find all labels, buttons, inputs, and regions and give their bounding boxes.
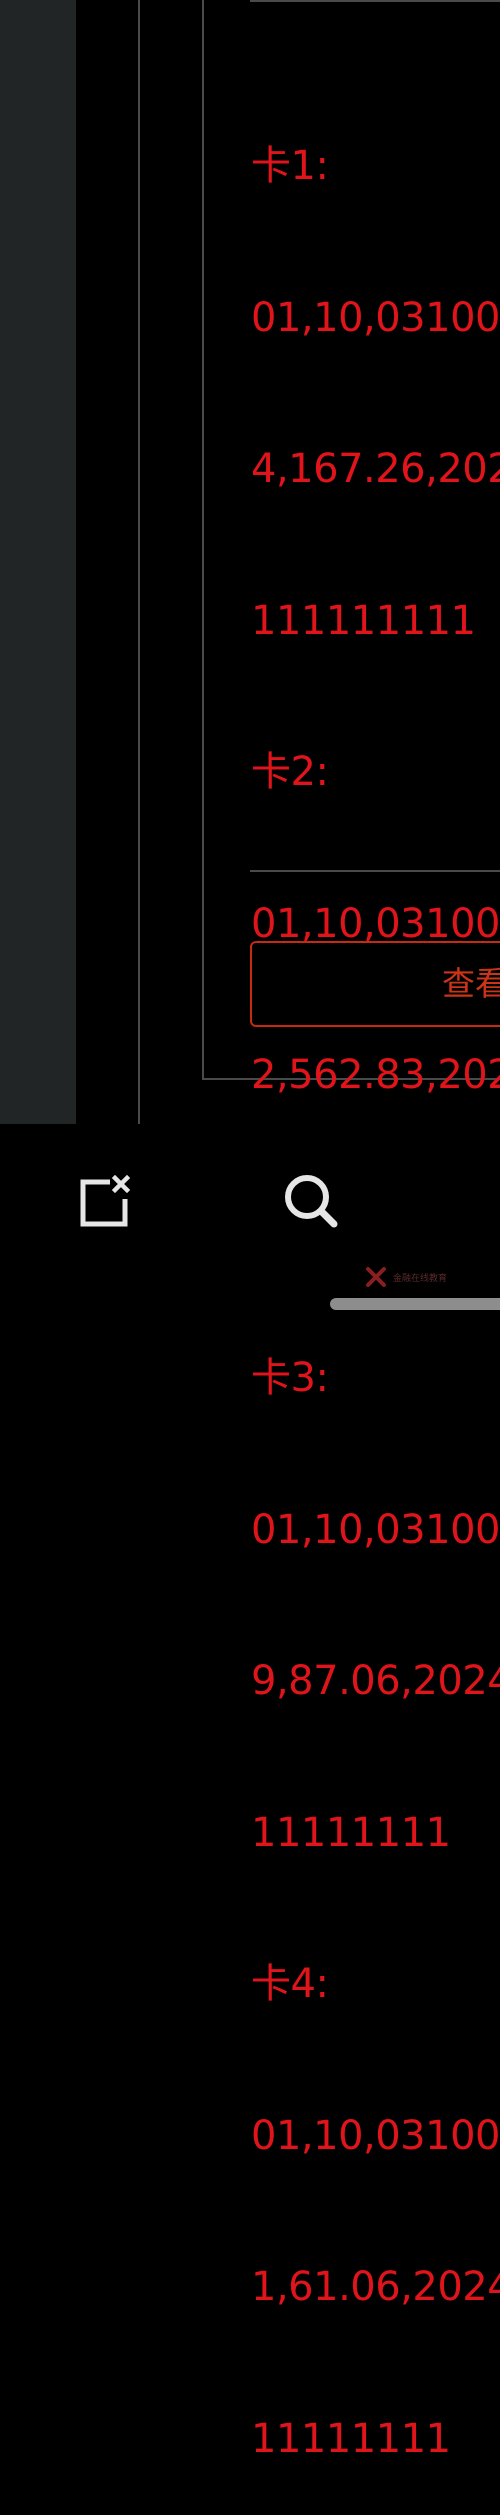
frame-line-top — [250, 0, 500, 2]
card-2-label: 卡2: — [251, 749, 329, 795]
card-1-line-1: 01,10,031002 — [251, 294, 500, 341]
watermark: 金融在线教育 — [365, 1265, 447, 1289]
frame-line-outer — [138, 0, 140, 1124]
view-button-label: 查看 — [442, 964, 500, 1003]
card-4-line-1: 01,10,031002 — [251, 2112, 500, 2159]
card-3-line-1: 01,10,031002 — [251, 1506, 500, 1553]
card-2-line-2: 2,562.83,202 — [251, 1052, 500, 1098]
card-4-label: 卡4: — [251, 1961, 329, 2007]
left-gutter — [0, 0, 76, 1124]
card-1-line-3: 111111111 — [251, 597, 476, 644]
card-4-line-3: 11111111 — [251, 2415, 451, 2462]
card-4-line-2: 1,61.06,2024 — [251, 2264, 500, 2310]
card-1-label: 卡1: — [251, 143, 329, 189]
card-3-label: 卡3: — [251, 1355, 329, 1401]
watermark-logo-icon — [366, 1267, 386, 1287]
home-indicator[interactable] — [330, 1298, 500, 1310]
close-tab-icon[interactable] — [78, 1174, 132, 1229]
search-icon[interactable] — [282, 1172, 338, 1228]
card-1-line-2: 4,167.26,2024 — [251, 446, 500, 492]
content-divider — [250, 870, 500, 872]
frame-line-inner — [202, 0, 204, 1080]
card-3-line-3: 11111111 — [251, 1809, 451, 1856]
card-3-line-2: 9,87.06,2024 — [251, 1658, 500, 1704]
watermark-text: 金融在线教育 — [393, 1273, 448, 1284]
view-button[interactable]: 查看 — [250, 941, 500, 1027]
